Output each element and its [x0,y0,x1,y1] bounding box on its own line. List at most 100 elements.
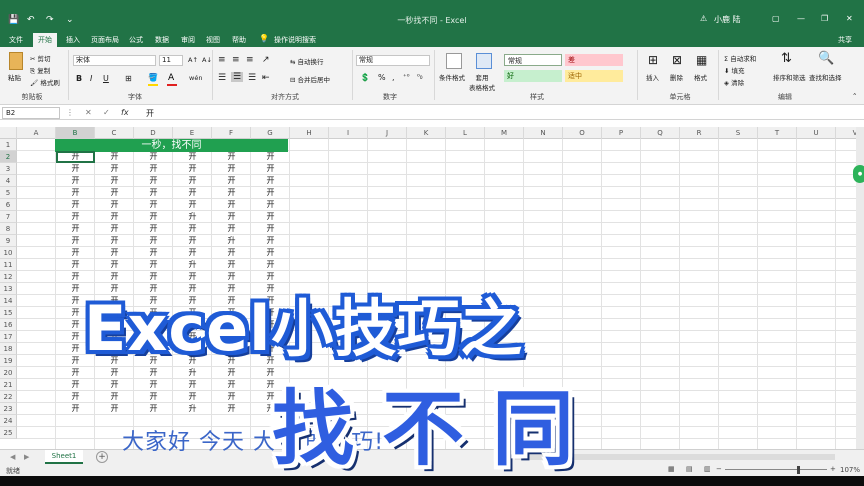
table-cell[interactable]: 升 [173,259,212,271]
format-as-table-icon[interactable] [476,53,492,69]
delete-cells-icon[interactable]: ⊠ [672,53,682,67]
autosum-button[interactable]: Σ 自动求和 [724,53,756,63]
phonetic-button[interactable]: wén [189,74,202,82]
conditional-formatting-icon[interactable] [446,53,462,69]
column-header[interactable]: I [329,127,368,139]
cut-button[interactable]: ✂ 剪切 [30,53,51,63]
table-cell[interactable]: 开 [173,247,212,259]
row-header[interactable]: 25 [0,427,17,439]
tab-help[interactable]: 帮助 [232,35,246,45]
row-header[interactable]: 4 [0,175,17,187]
row-header[interactable]: 20 [0,367,17,379]
table-cell[interactable]: 开 [56,163,95,175]
column-header[interactable]: L [446,127,485,139]
table-cell[interactable]: 开 [251,223,290,235]
align-center-icon[interactable]: ☰ [231,72,244,82]
align-bottom-icon[interactable]: ≡ [246,55,254,65]
table-cell[interactable]: 开 [173,187,212,199]
shrink-font-button[interactable]: A↓ [202,56,212,64]
row-header[interactable]: 24 [0,415,17,427]
row-header[interactable]: 12 [0,271,17,283]
table-cell[interactable]: 开 [212,259,251,271]
table-cell[interactable]: 开 [212,151,251,163]
paste-button[interactable]: 粘贴 [8,72,21,82]
table-cell[interactable]: 开 [56,259,95,271]
insert-function-icon[interactable]: fx [121,108,129,117]
table-cell[interactable]: 开 [95,379,134,391]
tell-me-search[interactable]: 操作说明搜索 [274,35,316,45]
add-sheet-icon[interactable]: + [96,451,108,463]
table-cell[interactable]: 开 [173,379,212,391]
table-cell[interactable]: 开 [212,175,251,187]
row-header[interactable]: 5 [0,187,17,199]
tab-file[interactable]: 文件 [9,35,23,45]
row-header[interactable]: 16 [0,319,17,331]
zoom-out-icon[interactable]: − [716,465,722,473]
table-cell[interactable]: 开 [134,199,173,211]
table-cell[interactable]: 开 [251,187,290,199]
table-cell[interactable]: 开 [95,199,134,211]
share-button[interactable]: 共享 [838,35,852,45]
table-cell[interactable]: 开 [134,379,173,391]
indent-icon[interactable]: ⇤ [262,73,270,83]
table-cell[interactable]: 开 [134,175,173,187]
insert-cells-button[interactable]: 插入 [646,72,659,82]
table-cell[interactable]: 开 [251,163,290,175]
warning-icon[interactable]: ⚠ [700,14,707,23]
table-cell[interactable]: 开 [212,379,251,391]
row-header[interactable]: 19 [0,355,17,367]
table-cell[interactable]: 开 [56,367,95,379]
table-cell[interactable]: 开 [212,187,251,199]
table-cell[interactable]: 开 [173,223,212,235]
number-format-select[interactable]: 常规 [356,55,430,66]
table-cell[interactable]: 开 [56,187,95,199]
row-header[interactable]: 23 [0,403,17,415]
table-cell[interactable]: 开 [251,199,290,211]
table-cell[interactable]: 开 [173,163,212,175]
format-cells-button[interactable]: 格式 [694,72,707,82]
table-cell[interactable]: 开 [134,151,173,163]
zoom-slider[interactable] [725,469,827,470]
format-painter-button[interactable]: 🖌 格式刷 [30,77,60,87]
conditional-formatting-button[interactable]: 条件格式 [439,72,465,82]
delete-cells-button[interactable]: 删除 [670,72,683,82]
table-cell[interactable]: 开 [212,199,251,211]
table-cell[interactable]: 开 [251,151,290,163]
table-cell[interactable]: 开 [251,211,290,223]
row-header[interactable]: 3 [0,163,17,175]
merge-center-button[interactable]: ⊟ 合并后居中 [290,74,330,84]
row-header[interactable]: 2 [0,151,17,163]
table-cell[interactable]: 开 [212,223,251,235]
row-header[interactable]: 14 [0,295,17,307]
row-header[interactable]: 21 [0,379,17,391]
find-select-button[interactable]: 查找和选择 [809,72,842,82]
underline-button[interactable]: U [103,74,109,83]
table-cell[interactable]: 开 [251,259,290,271]
enter-icon[interactable]: ✓ [103,108,110,117]
column-header[interactable]: E [173,127,212,139]
column-header[interactable]: B [56,127,95,139]
font-color-icon[interactable]: A [168,73,174,83]
table-cell[interactable]: 开 [95,187,134,199]
insert-cells-icon[interactable]: ⊞ [648,53,658,67]
italic-button[interactable]: I [90,74,92,83]
column-header[interactable]: T [758,127,797,139]
sort-filter-icon[interactable]: ⇅ [781,51,792,66]
table-cell[interactable]: 开 [95,403,134,415]
user-name[interactable]: 小鹿 陆 [714,14,741,25]
row-header[interactable]: 15 [0,307,17,319]
row-header[interactable]: 22 [0,391,17,403]
style-normal[interactable]: 常规 [504,54,562,66]
currency-icon[interactable]: 💲 [360,73,370,82]
fill-button[interactable]: ⬇ 填充 [724,65,745,75]
table-cell[interactable]: 开 [212,367,251,379]
row-header[interactable]: 11 [0,259,17,271]
style-good[interactable]: 好 [504,70,562,82]
zoom-in-icon[interactable]: + [830,465,836,473]
wrap-text-button[interactable]: ⇆ 自动换行 [290,56,324,66]
normal-view-icon[interactable]: ▦ [668,465,675,473]
column-header[interactable]: D [134,127,173,139]
column-header[interactable]: N [524,127,563,139]
column-header[interactable]: U [797,127,836,139]
row-header[interactable]: 13 [0,283,17,295]
